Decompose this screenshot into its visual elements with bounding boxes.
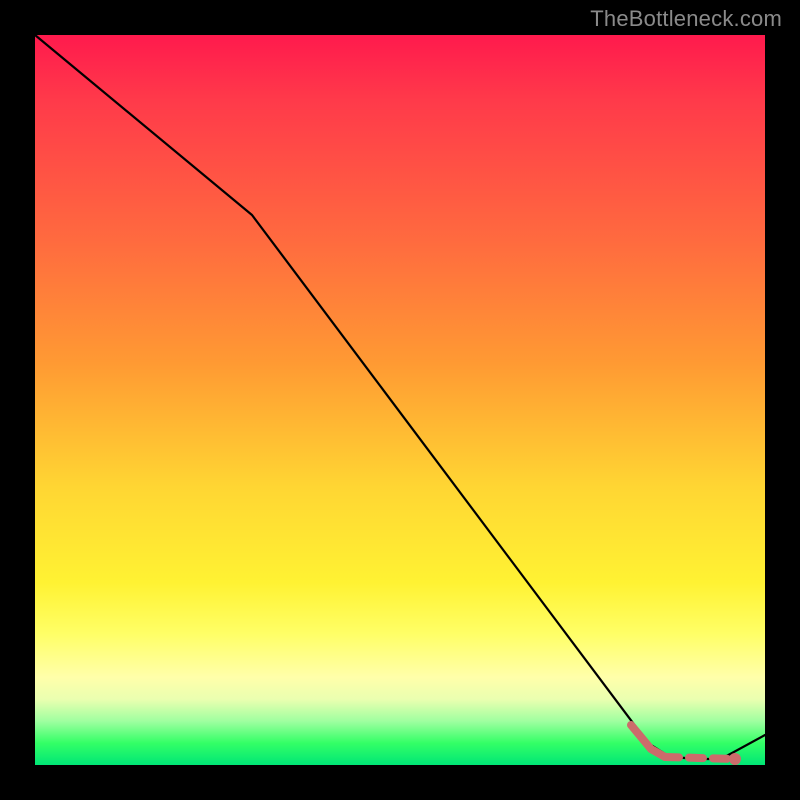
gradient-plot-area	[35, 35, 765, 765]
watermark-text: TheBottleneck.com	[590, 6, 782, 32]
chart-svg	[35, 35, 765, 765]
bottleneck-curve-path	[35, 35, 765, 759]
highlight-segment-dashed	[665, 757, 735, 759]
highlight-segment-lead	[631, 725, 665, 757]
chart-frame: TheBottleneck.com	[0, 0, 800, 800]
highlight-dot-icon	[729, 753, 741, 765]
